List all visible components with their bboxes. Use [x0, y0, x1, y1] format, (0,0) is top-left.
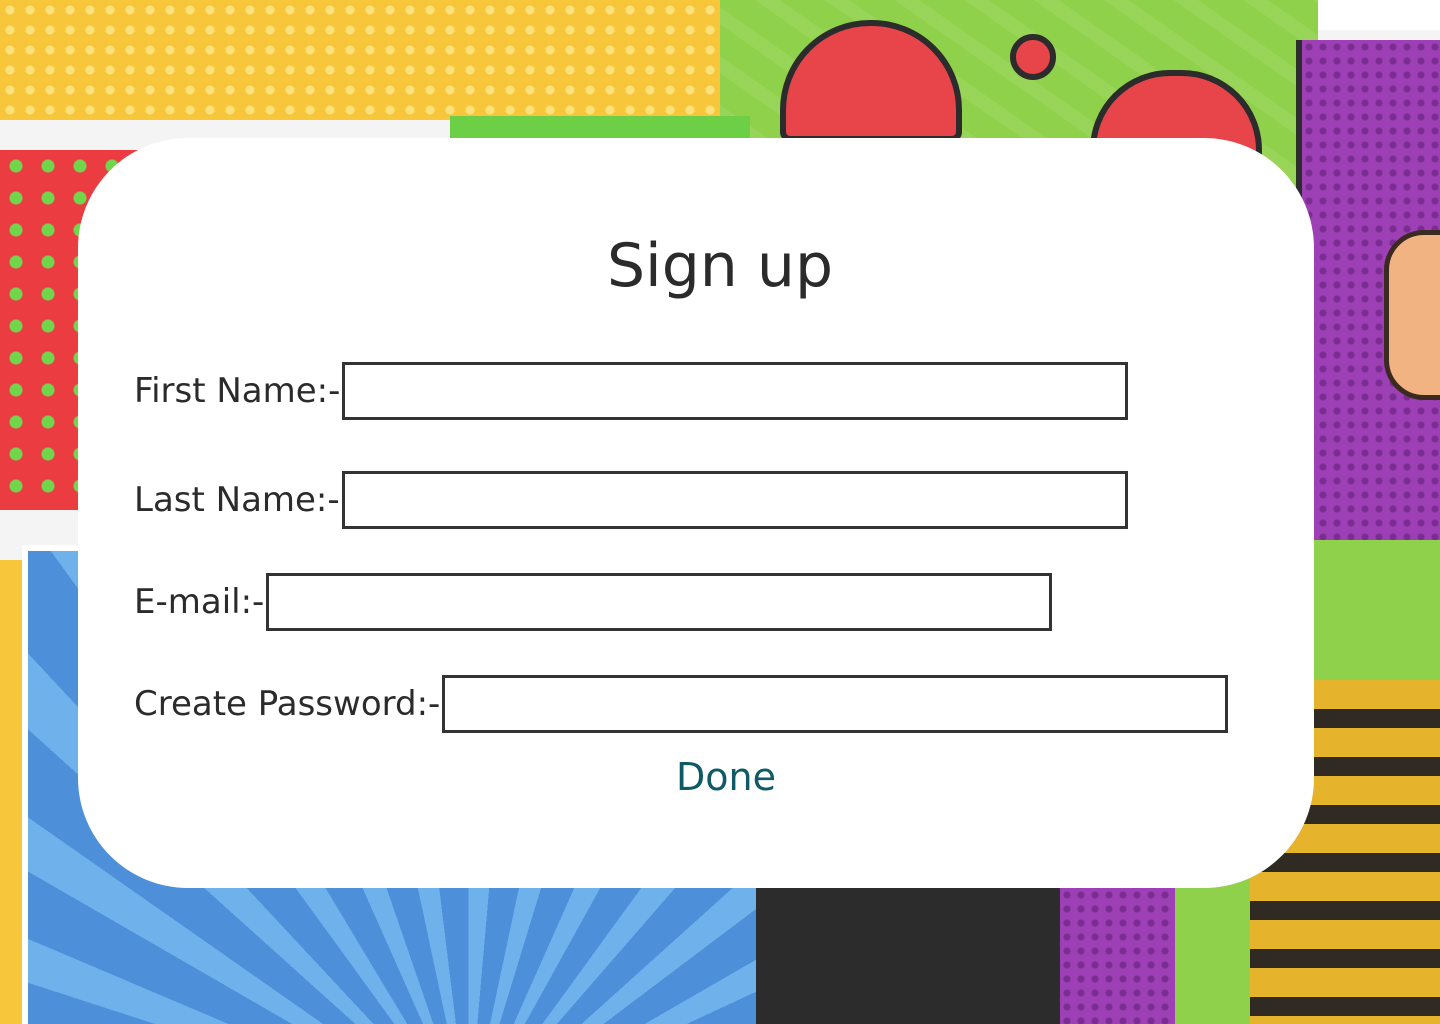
email-input[interactable]	[266, 573, 1053, 631]
first-name-input[interactable]	[342, 362, 1129, 420]
email-label: E-mail:-	[134, 582, 265, 622]
first-name-label: First Name:-	[134, 371, 341, 411]
last-name-label: Last Name:-	[134, 480, 340, 520]
last-name-input[interactable]	[341, 471, 1128, 529]
comic-gutter	[1318, 0, 1440, 30]
done-button[interactable]: Done	[676, 758, 776, 796]
comic-panel-dark	[756, 880, 1086, 1024]
password-label: Create Password:-	[134, 684, 441, 724]
comic-panel-yellow-strip	[0, 560, 22, 1024]
last-name-row: Last Name:-	[134, 471, 1128, 529]
first-name-row: First Name:-	[134, 362, 1129, 420]
page: Sign up First Name:- Last Name:- E-mail:…	[0, 0, 1440, 1024]
comic-panel-yellow	[0, 0, 720, 120]
password-row: Create Password:-	[134, 675, 1229, 733]
password-input[interactable]	[442, 675, 1229, 733]
email-row: E-mail:-	[134, 573, 1053, 631]
alarm-bell-knob-illustration	[1010, 34, 1056, 80]
signup-title: Sign up	[606, 231, 834, 301]
